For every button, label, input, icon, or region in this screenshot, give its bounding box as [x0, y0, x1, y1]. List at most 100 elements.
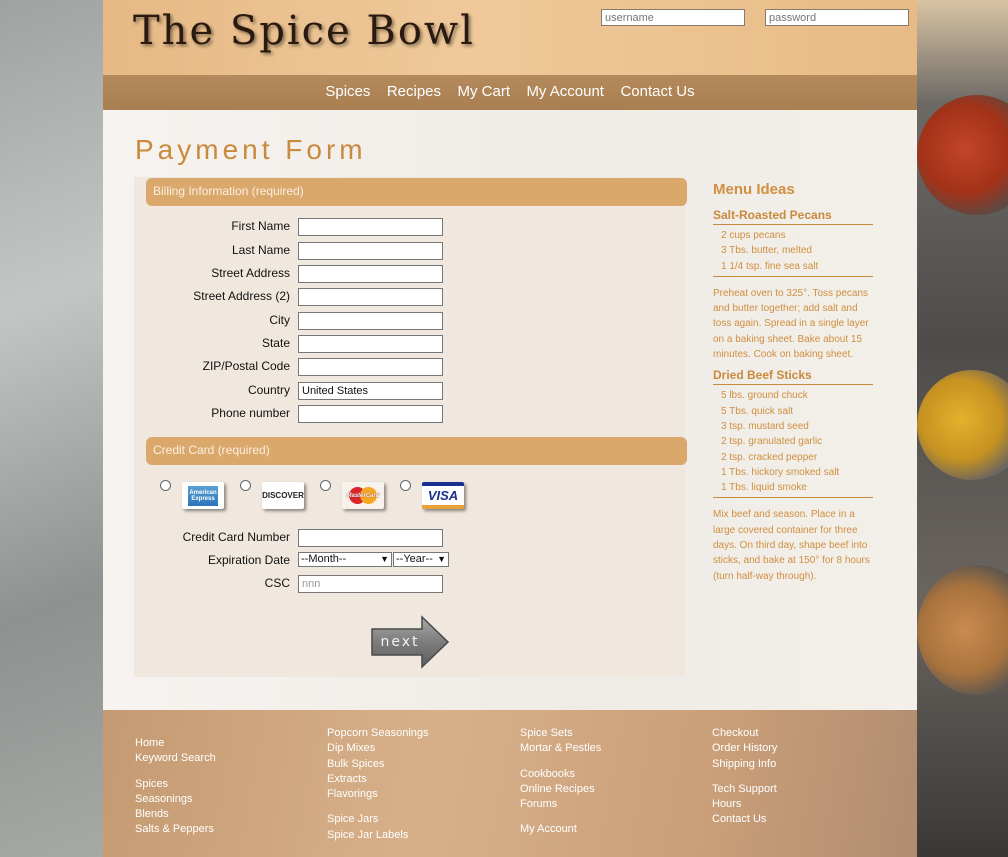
footer-column-3: Spice Sets Mortar & Pestles Cookbooks On…: [520, 726, 601, 838]
state-field[interactable]: [298, 335, 443, 353]
zip-field[interactable]: [298, 358, 443, 376]
last-name-label: Last Name: [231, 243, 290, 257]
field-row: First Name: [134, 218, 685, 238]
nav-spices[interactable]: Spices: [325, 83, 370, 100]
first-name-label: First Name: [231, 219, 290, 233]
footer-link-bulk-spices[interactable]: Bulk Spices: [327, 757, 429, 772]
mastercard-radio[interactable]: [320, 480, 331, 491]
footer-link-keyword-search[interactable]: Keyword Search: [135, 751, 216, 766]
mastercard-card-icon[interactable]: MasterCard: [342, 482, 384, 509]
recipe-directions: Preheat oven to 325°. Toss pecans and bu…: [713, 287, 869, 361]
footer-link-cookbooks[interactable]: Cookbooks: [520, 767, 601, 782]
footer-link-spice-jars[interactable]: Spice Jars: [327, 812, 429, 827]
footer-gap: [712, 772, 777, 782]
card-number-field[interactable]: [298, 529, 443, 547]
billing-section-header: Billing Information (required): [146, 178, 687, 206]
discover-radio[interactable]: [240, 480, 251, 491]
footer-link-home[interactable]: Home: [135, 736, 216, 751]
ingredient-item: 2 tsp. cracked pepper: [721, 451, 818, 463]
paprika-bowl-image: [917, 95, 1008, 215]
card-number-label: Credit Card Number: [182, 530, 290, 544]
ingredient-item: 1 Tbs. liquid smoke: [721, 482, 807, 494]
amex-card-icon[interactable]: American Express: [182, 482, 224, 509]
main-nav: Spices Recipes My Cart My Account Contac…: [103, 75, 917, 110]
payment-form: Billing Information (required) First Nam…: [134, 177, 687, 677]
last-name-field[interactable]: [298, 242, 443, 260]
page-title: Payment Form: [135, 134, 367, 165]
amex-radio[interactable]: [160, 480, 171, 491]
month-select[interactable]: --Month-- ▼: [298, 552, 392, 567]
footer-link-spice-jar-labels[interactable]: Spice Jar Labels: [327, 828, 429, 843]
city-field[interactable]: [298, 312, 443, 330]
chevron-down-icon: ▼: [380, 554, 389, 564]
country-label: Country: [247, 383, 290, 397]
street-address-2-field[interactable]: [298, 288, 443, 306]
menu-ideas-sidebar: Menu Ideas Salt-Roasted Pecans 2 cups pe…: [713, 181, 873, 590]
footer-link-contact-us[interactable]: Contact Us: [712, 812, 777, 827]
ingredient-item: 2 cups pecans: [721, 230, 786, 241]
footer: Home Keyword Search Spices Seasonings Bl…: [103, 710, 917, 857]
street-address-label: Street Address: [211, 266, 290, 280]
footer-link-hours[interactable]: Hours: [712, 797, 777, 812]
ingredient-list: 2 cups pecans 3 Tbs. butter, melted 1 1/…: [713, 225, 873, 277]
ingredient-item: 3 tsp. mustard seed: [721, 420, 809, 432]
nav-my-account[interactable]: My Account: [526, 83, 604, 100]
footer-link-extracts[interactable]: Extracts: [327, 772, 429, 787]
field-row: Expiration Date --Month-- ▼ --Year-- ▼: [134, 552, 685, 572]
background-right: [917, 0, 1008, 857]
month-select-value: --Month--: [301, 553, 347, 565]
footer-link-online-recipes[interactable]: Online Recipes: [520, 782, 601, 797]
nav-contact-us[interactable]: Contact Us: [620, 83, 694, 100]
zip-label: ZIP/Postal Code: [202, 359, 290, 373]
footer-link-my-account[interactable]: My Account: [520, 822, 601, 837]
discover-card-icon[interactable]: DISCOVER: [262, 482, 304, 509]
field-row: CSC: [134, 575, 685, 595]
country-field[interactable]: [298, 382, 443, 400]
site-logo[interactable]: The Spice Bowl: [133, 8, 475, 54]
footer-link-spices[interactable]: Spices: [135, 777, 216, 792]
amex-card-label: American Express: [188, 485, 218, 506]
background-left: [0, 0, 103, 857]
next-button[interactable]: next: [370, 615, 450, 669]
street-address-field[interactable]: [298, 265, 443, 283]
footer-link-checkout[interactable]: Checkout: [712, 726, 777, 741]
mastercard-card-label: MasterCard: [346, 492, 380, 499]
footer-link-forums[interactable]: Forums: [520, 797, 601, 812]
footer-link-order-history[interactable]: Order History: [712, 741, 777, 756]
ingredient-item: 1 Tbs. hickory smoked salt: [721, 466, 840, 478]
nav-recipes[interactable]: Recipes: [387, 83, 441, 100]
ingredient-item: 2 tsp. granulated garlic: [721, 436, 823, 448]
footer-column-1: Home Keyword Search Spices Seasonings Bl…: [135, 736, 216, 838]
footer-link-flavorings[interactable]: Flavorings: [327, 787, 429, 802]
footer-link-seasonings[interactable]: Seasonings: [135, 792, 216, 807]
footer-link-salts-peppers[interactable]: Salts & Peppers: [135, 822, 216, 837]
first-name-field[interactable]: [298, 218, 443, 236]
recipe-title: Salt-Roasted Pecans: [713, 208, 873, 225]
page: The Spice Bowl Spices Recipes My Cart My…: [103, 0, 917, 857]
field-row: ZIP/Postal Code: [134, 358, 685, 378]
footer-link-spice-sets[interactable]: Spice Sets: [520, 726, 601, 741]
password-input[interactable]: [765, 9, 909, 26]
phone-field[interactable]: [298, 405, 443, 423]
footer-link-shipping-info[interactable]: Shipping Info: [712, 757, 777, 772]
footer-gap: [520, 812, 601, 822]
footer-column-4: Checkout Order History Shipping Info Tec…: [712, 726, 777, 828]
username-input[interactable]: [601, 9, 745, 26]
footer-link-popcorn-seasonings[interactable]: Popcorn Seasonings: [327, 726, 429, 741]
ingredient-item: 3 Tbs. butter, melted: [721, 245, 812, 257]
visa-radio[interactable]: [400, 480, 411, 491]
next-button-label: next: [380, 634, 419, 650]
footer-link-blends[interactable]: Blends: [135, 807, 216, 822]
footer-link-tech-support[interactable]: Tech Support: [712, 782, 777, 797]
footer-link-dip-mixes[interactable]: Dip Mixes: [327, 741, 429, 756]
year-select[interactable]: --Year-- ▼: [393, 552, 449, 567]
csc-field[interactable]: [298, 575, 443, 593]
visa-card-icon[interactable]: VISA: [422, 482, 464, 509]
ingredient-item: 1 1/4 tsp. fine sea salt: [721, 260, 819, 272]
field-row: City: [134, 312, 685, 332]
field-row: Phone number: [134, 405, 685, 425]
field-row: Last Name: [134, 242, 685, 262]
recipe-title: Dried Beef Sticks: [713, 368, 873, 386]
nav-my-cart[interactable]: My Cart: [457, 83, 510, 100]
footer-link-mortar-pestles[interactable]: Mortar & Pestles: [520, 741, 601, 756]
